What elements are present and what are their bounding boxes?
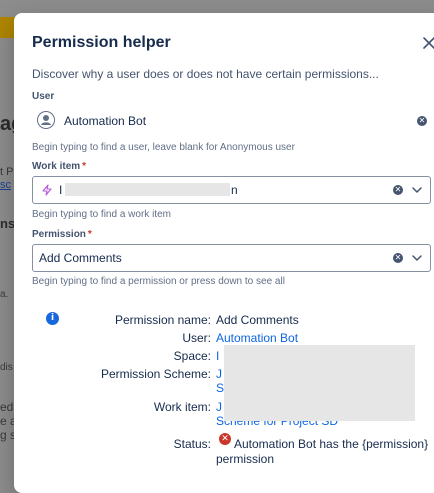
background-subheading-fragment: ns <box>0 216 14 231</box>
work-item-field-label: Work item * <box>32 161 87 172</box>
background-heading-fragment: ag <box>0 113 14 135</box>
permission-name-label: Permission name: <box>114 313 211 327</box>
space-link[interactable]: I <box>216 349 219 363</box>
lightning-icon <box>42 184 52 196</box>
permission-scheme-label: Permission Scheme: <box>100 367 211 381</box>
work-item-select[interactable]: I n ✕ <box>32 176 431 204</box>
result-user-label: User: <box>182 331 211 345</box>
permission-field-value: Add Comments <box>39 251 122 265</box>
background-text-fragment-2: a. <box>0 289 9 300</box>
user-field-label: User <box>32 91 55 102</box>
redacted-work-item <box>65 183 230 196</box>
user-picker[interactable]: Automation Bot ✕ <box>32 108 432 136</box>
work-item-result-label: Work item: <box>153 400 211 414</box>
work-item-value-end: n <box>231 183 238 197</box>
clear-user-icon[interactable]: ✕ <box>417 116 427 126</box>
status-value-line1: Automation Bot has the {permission} <box>234 437 429 451</box>
user-field-value: Automation Bot <box>64 114 147 128</box>
chevron-down-icon[interactable] <box>411 252 423 264</box>
space-label: Space: <box>173 349 211 363</box>
clear-work-item-icon[interactable]: ✕ <box>393 185 403 195</box>
dialog-title: Permission helper <box>32 34 171 51</box>
work-item-field-helper: Begin typing to find a work item <box>32 209 171 220</box>
permission-scheme-link[interactable]: J <box>216 367 222 381</box>
background-link-fragment: sc <box>0 179 11 191</box>
background-text-fragment: t P <box>0 166 14 178</box>
error-icon: ✕ <box>219 433 231 445</box>
background-text-fragment-3: dis <box>0 362 13 373</box>
redacted-results <box>224 345 415 421</box>
result-user-link[interactable]: Automation Bot <box>216 331 298 345</box>
permission-scheme-link-line2[interactable]: S <box>216 381 224 395</box>
permission-field-label: Permission * <box>32 229 92 240</box>
status-label: Status: <box>173 437 211 451</box>
permission-name-value: Add Comments <box>216 313 299 327</box>
user-field-helper: Begin typing to find a user, leave blank… <box>32 142 295 153</box>
chevron-down-icon[interactable] <box>411 184 423 196</box>
background-text-fragment-lines: ed t e al g s <box>0 400 14 442</box>
dialog-description: Discover why a user does or does not hav… <box>32 67 379 81</box>
permission-helper-dialog: Permission helper Discover why a user do… <box>14 13 434 493</box>
clear-permission-icon[interactable]: ✕ <box>393 253 403 263</box>
status-value-line2: permission <box>216 452 275 466</box>
person-icon <box>38 112 54 128</box>
permission-select[interactable]: Add Comments ✕ <box>32 244 431 272</box>
close-icon[interactable] <box>422 36 434 50</box>
work-item-result-link[interactable]: J <box>216 400 222 414</box>
work-item-value-start: I <box>59 183 63 197</box>
avatar <box>37 111 55 129</box>
permission-field-helper: Begin typing to find a permission or pre… <box>32 276 285 287</box>
